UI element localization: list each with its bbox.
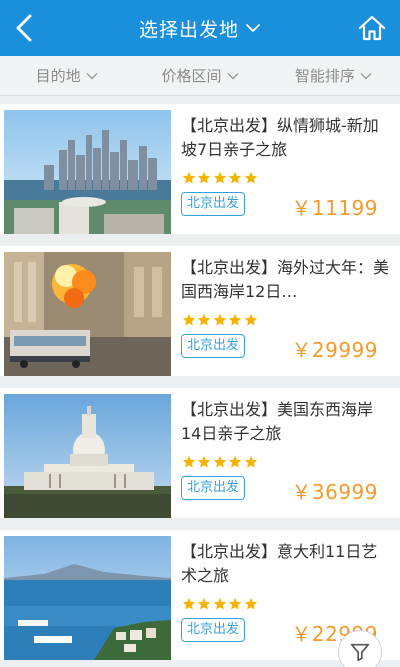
star-rating: [181, 596, 259, 611]
chevron-down-icon: [86, 72, 98, 80]
tour-title: 【北京出发】纵情狮城-新加坡7日亲子之旅: [181, 116, 379, 159]
star-icon: [197, 312, 212, 327]
star-rating: [181, 454, 259, 469]
filter-price-range[interactable]: 价格区间: [133, 56, 266, 95]
chevron-down-icon: [227, 72, 239, 80]
price: ￥11199: [291, 196, 378, 220]
filter-button[interactable]: [338, 630, 382, 667]
tour-photo: [4, 394, 171, 518]
filter-label: 智能排序: [294, 67, 355, 85]
star-icon: [212, 170, 227, 185]
filter-smart-sort[interactable]: 智能排序: [267, 56, 400, 95]
star-icon: [197, 596, 212, 611]
filter-icon: [350, 643, 370, 662]
star-icon: [212, 312, 227, 327]
star-icon: [243, 312, 258, 327]
star-icon: [228, 596, 243, 611]
tour-photo: [4, 110, 171, 234]
star-icon: [228, 454, 243, 469]
app-screen: 选择出发地 目的地 价格区间 智能排序 【北京出发】纵情狮城-新加坡7日亲子之旅…: [0, 0, 400, 667]
price: ￥29999: [291, 338, 378, 362]
departure-city-selector[interactable]: 选择出发地: [0, 0, 400, 56]
filter-bar: 目的地 价格区间 智能排序: [0, 56, 400, 96]
tour-title: 【北京出发】美国东西海岸14日亲子之旅: [181, 400, 374, 443]
tour-photo: [4, 536, 171, 660]
departure-tag: 北京出发: [181, 334, 246, 358]
star-icon: [181, 170, 196, 185]
home-button[interactable]: [354, 10, 390, 46]
star-icon: [228, 312, 243, 327]
page-title: 选择出发地: [138, 18, 239, 41]
list-item[interactable]: 【北京出发】美国东西海岸14日亲子之旅 北京出发 ￥36999: [0, 388, 400, 518]
list-item[interactable]: 【北京出发】纵情狮城-新加坡7日亲子之旅 北京出发 ￥11199: [0, 104, 400, 234]
filter-label: 价格区间: [161, 67, 222, 85]
star-icon: [243, 170, 258, 185]
star-icon: [228, 170, 243, 185]
filter-destination[interactable]: 目的地: [0, 56, 133, 95]
tour-title: 【北京出发】意大利11日艺术之旅: [181, 542, 378, 585]
star-icon: [197, 170, 212, 185]
price: ￥36999: [291, 480, 378, 504]
list-item[interactable]: 【北京出发】海外过大年：美国西海岸12日… 北京出发 ￥29999: [0, 246, 400, 376]
departure-tag: 北京出发: [181, 192, 246, 216]
star-icon: [181, 312, 196, 327]
header-bar: 选择出发地: [0, 0, 400, 56]
star-rating: [181, 170, 259, 185]
tour-title: 【北京出发】海外过大年：美国西海岸12日…: [181, 258, 390, 301]
star-icon: [243, 596, 258, 611]
star-icon: [212, 596, 227, 611]
filter-label: 目的地: [35, 67, 81, 85]
star-icon: [243, 454, 258, 469]
chevron-down-icon: [360, 72, 372, 80]
star-rating: [181, 312, 259, 327]
star-icon: [212, 454, 227, 469]
chevron-down-icon: [245, 23, 261, 33]
tour-photo: [4, 252, 171, 376]
departure-tag: 北京出发: [181, 476, 246, 500]
star-icon: [197, 454, 212, 469]
home-icon: [358, 15, 386, 41]
departure-tag: 北京出发: [181, 618, 246, 642]
tour-list: 【北京出发】纵情狮城-新加坡7日亲子之旅 北京出发 ￥11199 【北京出发】海…: [0, 104, 400, 667]
star-icon: [181, 596, 196, 611]
star-icon: [181, 454, 196, 469]
